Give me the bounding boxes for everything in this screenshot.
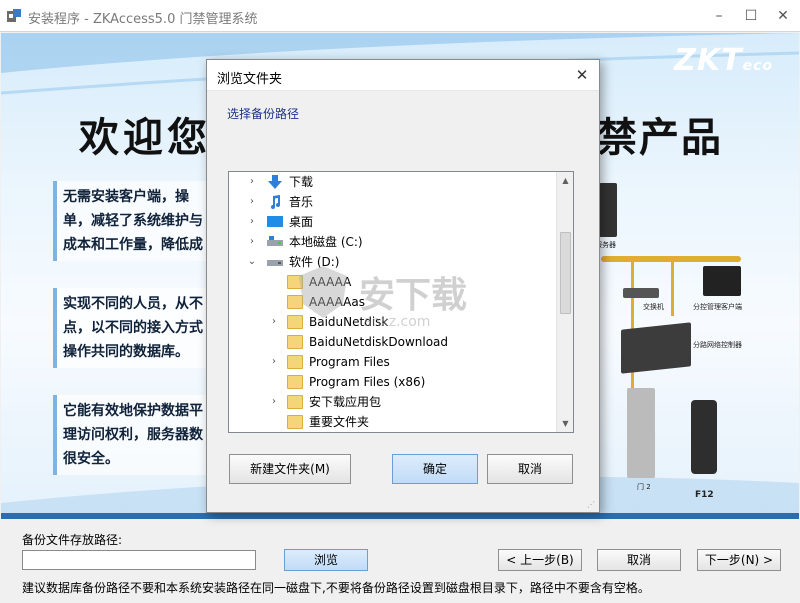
resize-grip-icon[interactable]: ⋰: [587, 500, 597, 510]
close-window-button[interactable]: ✕: [772, 6, 794, 26]
tree-item-desktop[interactable]: › 桌面: [229, 212, 555, 232]
tree-item-folder[interactable]: AAAAA: [229, 272, 555, 292]
folder-icon: [287, 315, 303, 329]
door-graphic: [627, 388, 655, 478]
tree-item-folder[interactable]: › Program Files: [229, 352, 555, 372]
maximize-button[interactable]: ☐: [740, 6, 762, 26]
backup-path-hint: 建议数据库备份路径不要和本系统安装路径在同一磁盘下,不要将备份路径设置到磁盘根目…: [22, 581, 650, 595]
tree-item-label: 软件 (D:): [289, 255, 340, 269]
download-icon: [268, 175, 282, 189]
drive-icon: [267, 236, 283, 246]
desktop-icon: [267, 216, 283, 227]
folder-tree[interactable]: › 下载 › 音乐 › 桌面 › 本地磁盘 (C:) ⌄ 软件 (D:) AAA…: [228, 171, 574, 433]
tree-item-label: 本地磁盘 (C:): [289, 235, 363, 249]
minimize-button[interactable]: –: [708, 6, 730, 26]
drive-icon: [267, 260, 283, 266]
tree-item-label: 重要文件夹: [309, 415, 370, 429]
tree-item-downloads[interactable]: › 下载: [229, 172, 555, 192]
client-laptop: [703, 266, 741, 296]
dialog-body: 选择备份路径 › 下载 › 音乐 › 桌面 › 本地磁盘 (C:) ⌄ 软件 (…: [207, 91, 599, 512]
music-icon: [271, 195, 280, 209]
folder-icon: [287, 355, 303, 369]
switch-device: [623, 288, 659, 298]
diagram-pipe: [671, 256, 674, 316]
tree-item-label: Program Files (x86): [309, 375, 426, 389]
tree-item-label: BaiduNetdisk: [309, 315, 389, 329]
tree-item-label: 桌面: [289, 215, 314, 229]
access-controller: [621, 322, 691, 374]
dialog-cancel-button[interactable]: 取消: [487, 454, 573, 484]
headline-left: 欢迎您: [79, 114, 211, 161]
f12-reader: [691, 400, 717, 474]
server-device: [599, 183, 617, 237]
tree-item-label: 下载: [289, 175, 314, 189]
folder-icon: [287, 335, 303, 349]
tree-item-folder[interactable]: › BaiduNetdisk: [229, 312, 555, 332]
diagram-label: 交换机: [643, 303, 664, 311]
folder-icon: [287, 415, 303, 429]
zkteco-logo: ZKTeco: [674, 43, 773, 78]
cancel-install-button[interactable]: 取消: [597, 549, 681, 571]
scroll-down-icon[interactable]: ▼: [557, 415, 573, 432]
chevron-right-icon[interactable]: ›: [247, 172, 257, 192]
tree-item-drive-c[interactable]: › 本地磁盘 (C:): [229, 232, 555, 252]
browse-folder-dialog: 浏览文件夹 ✕ 选择备份路径 › 下载 › 音乐 › 桌面 › 本地磁盘 (C:…: [206, 59, 600, 513]
diagram-label: 分控管理客户端: [693, 303, 742, 311]
chevron-right-icon[interactable]: ›: [247, 192, 257, 212]
tree-item-drive-d[interactable]: ⌄ 软件 (D:): [229, 252, 555, 272]
tree-item-folder[interactable]: › 安下载应用包: [229, 392, 555, 412]
folder-icon: [287, 295, 303, 309]
chevron-right-icon[interactable]: ›: [269, 312, 279, 332]
feature-paragraph-3: 它能有效地保护数据平理访问权利，服务器数很安全。: [53, 395, 213, 475]
tree-item-folder[interactable]: AAAAAas: [229, 292, 555, 312]
chevron-down-icon[interactable]: ⌄: [247, 252, 257, 272]
banner-bottom-strip: [1, 513, 799, 519]
window-titlebar: 安装程序 - ZKAccess5.0 门禁管理系统 – ☐ ✕: [0, 0, 800, 32]
feature-paragraph-2: 实现不同的人员，从不点，以不同的接入方式操作共同的数据库。: [53, 288, 213, 368]
network-diagram: 服务器 交换机 分控管理客户端 分路网络控制器 门 2 F12: [591, 178, 769, 503]
installer-app-icon: [7, 9, 21, 22]
diagram-label: 分路网络控制器: [693, 341, 742, 349]
scroll-up-icon[interactable]: ▲: [557, 172, 573, 189]
tree-scrollbar[interactable]: ▲ ▼: [556, 172, 573, 432]
chevron-right-icon[interactable]: ›: [247, 212, 257, 232]
folder-icon: [287, 395, 303, 409]
dialog-title: 浏览文件夹: [217, 72, 283, 87]
folder-icon: [287, 375, 303, 389]
backup-path-label: 备份文件存放路径:: [22, 533, 123, 547]
tree-item-folder[interactable]: BaiduNetdiskDownload: [229, 332, 555, 352]
tree-item-folder[interactable]: Program Files (x86): [229, 372, 555, 392]
tree-item-label: 音乐: [289, 195, 314, 209]
headline-right: 禁产品: [597, 114, 723, 161]
tree-item-label: Program Files: [309, 355, 390, 369]
feature-paragraph-1: 无需安装客户端，操单，减轻了系统维护与成本和工作量，降低成: [53, 181, 213, 261]
back-button[interactable]: < 上一步(B): [498, 549, 582, 571]
chevron-right-icon[interactable]: ›: [269, 392, 279, 412]
browse-button[interactable]: 浏览: [284, 549, 368, 571]
scrollbar-thumb[interactable]: [560, 232, 571, 314]
new-folder-button[interactable]: 新建文件夹(M): [229, 454, 351, 484]
tree-item-music[interactable]: › 音乐: [229, 192, 555, 212]
ok-button[interactable]: 确定: [392, 454, 478, 484]
diagram-label: 门 2: [637, 483, 651, 491]
tree-item-label: AAAAAas: [309, 295, 365, 309]
window-title: 安装程序 - ZKAccess5.0 门禁管理系统: [28, 12, 258, 27]
tree-item-label: AAAAA: [309, 275, 352, 289]
tree-item-folder[interactable]: 重要文件夹: [229, 412, 555, 432]
tree-item-label: 安下载应用包: [309, 395, 382, 409]
chevron-right-icon[interactable]: ›: [247, 232, 257, 252]
tree-item-label: BaiduNetdiskDownload: [309, 335, 449, 349]
folder-icon: [287, 275, 303, 289]
backup-path-input[interactable]: [22, 550, 256, 570]
chevron-right-icon[interactable]: ›: [269, 352, 279, 372]
dialog-close-icon[interactable]: ✕: [573, 66, 591, 84]
dialog-description: 选择备份路径: [227, 107, 300, 121]
next-button[interactable]: 下一步(N) >: [697, 549, 781, 571]
dialog-titlebar: 浏览文件夹 ✕: [207, 60, 599, 91]
diagram-label: F12: [695, 490, 714, 500]
